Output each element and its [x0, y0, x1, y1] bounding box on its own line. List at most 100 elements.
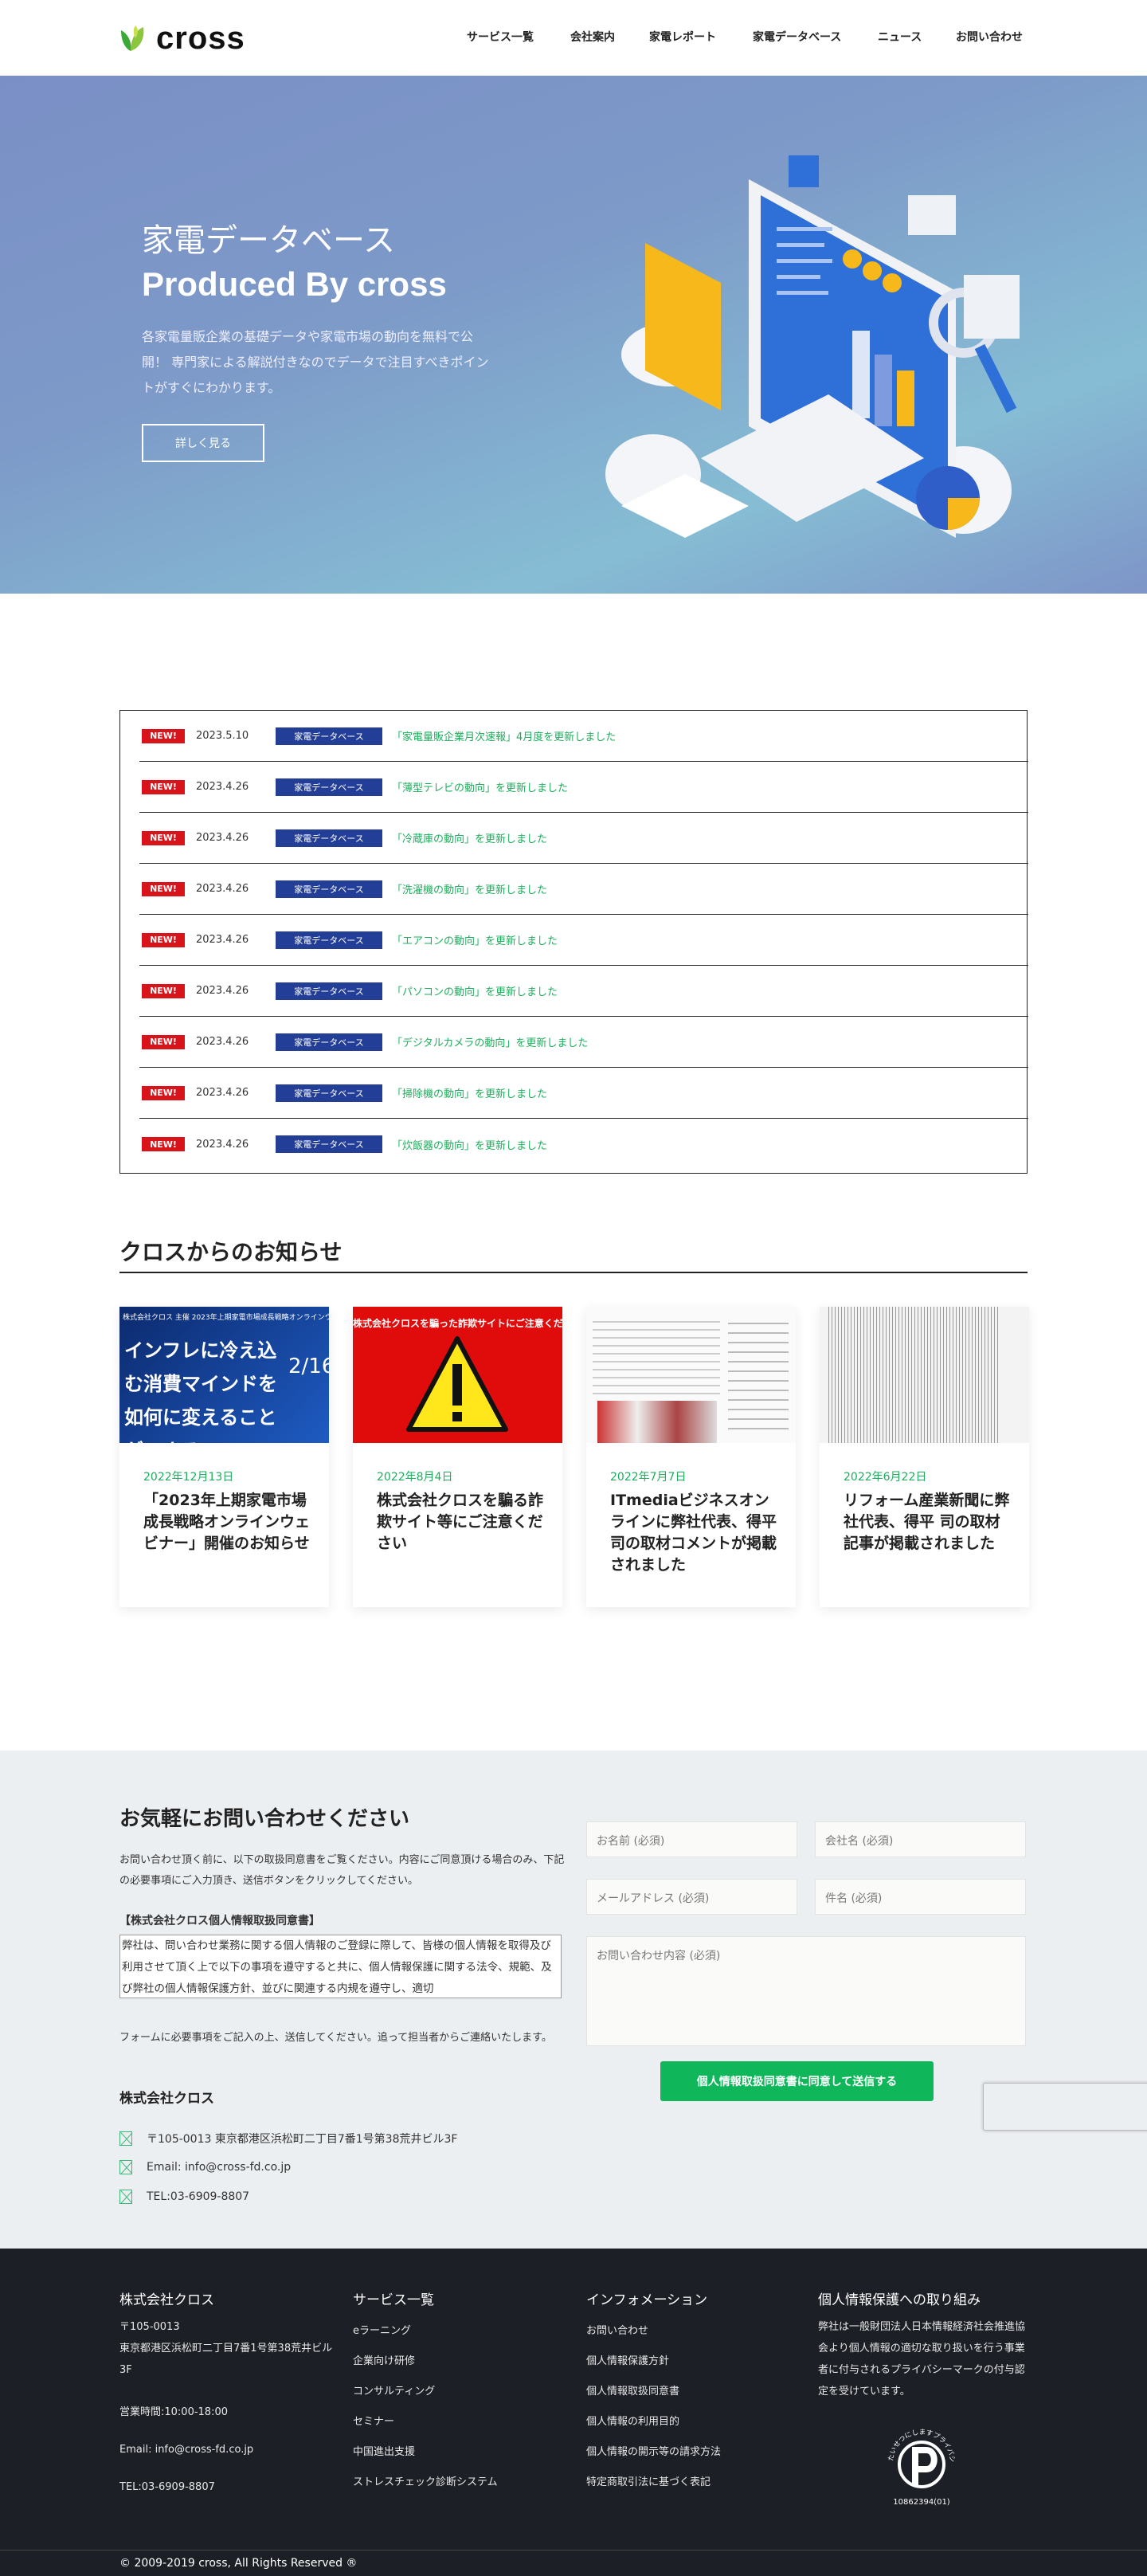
news-category-tag[interactable]: 家電データベース: [276, 1033, 382, 1051]
webinar-thumbnail: 株式会社クロス 主催 2023年上期家電市場成長戦略オンラインウェビナー インフ…: [119, 1307, 329, 1443]
name-input[interactable]: お名前 (必須): [586, 1821, 797, 1857]
footer-hours: 営業時間:10:00-18:00: [119, 2406, 228, 2418]
leaf-logo-icon: [121, 25, 144, 51]
news-category-tag[interactable]: 家電データベース: [276, 880, 382, 898]
card-title[interactable]: ITmediaビジネスオンラインに弊社代表、得平 司の取材コメントが掲載されまし…: [610, 1490, 777, 1576]
news-category-tag[interactable]: 家電データベース: [276, 982, 382, 1000]
footer-privacy-text: 弊社は一般財団法人日本情報経済社会推進協会より個人情報の適切な取り扱いを行う事業…: [818, 2321, 1026, 2398]
details-button[interactable]: 詳しく見る: [142, 424, 264, 462]
footer-company: 株式会社クロス 〒105-0013 東京都港区浜松町二丁目7番1号第38荒井ビル…: [119, 2288, 335, 2498]
news-date: 2023.4.26: [196, 934, 249, 946]
news-date: 2023.4.26: [196, 781, 249, 793]
news-link[interactable]: 「デジタルカメラの動向」を更新しました: [392, 1034, 588, 1049]
footer-link[interactable]: セミナー: [353, 2407, 568, 2437]
news-date: 2023.4.26: [196, 1036, 249, 1048]
news-link[interactable]: 「掃除機の動向」を更新しました: [392, 1085, 547, 1100]
isometric-data-illustration: [605, 155, 1020, 538]
card-title[interactable]: リフォーム産業新聞に弊社代表、得平 司の取材記事が掲載されました: [844, 1490, 1011, 1555]
consent-textbox[interactable]: 弊社は、問い合わせ業務に関する個人情報のご登録に際して、皆様の個人情報を取得及び…: [119, 1935, 562, 1998]
address-item: 〒105-0013 東京都港区浜松町二丁目7番1号第38荒井ビル3F: [119, 2131, 457, 2147]
footer-link[interactable]: 企業向け研修: [353, 2347, 568, 2377]
nav-company[interactable]: 会社案内: [570, 29, 615, 45]
new-badge: NEW!: [142, 1085, 185, 1100]
footer-heading: インフォメーション: [586, 2292, 708, 2308]
news-category-tag[interactable]: 家電データベース: [276, 931, 382, 949]
subject-input[interactable]: 件名 (必須): [815, 1879, 1026, 1915]
news-link[interactable]: 「炊飯器の動向」を更新しました: [392, 1137, 547, 1152]
tel-text: TEL:03-6909-8807: [147, 2190, 250, 2203]
news-row: NEW! 2023.4.26 家電データベース 「エアコンの動向」を更新しました: [139, 915, 1028, 966]
company-input[interactable]: 会社名 (必須): [815, 1821, 1026, 1857]
news-link[interactable]: 「冷蔵庫の動向」を更新しました: [392, 830, 547, 845]
contact-title: お気軽にお問い合わせください: [119, 1807, 410, 1831]
footer-email: Email: info@cross-fd.co.jp: [119, 2444, 254, 2456]
consent-title: 【株式会社クロス個人情報取扱同意書】: [119, 1915, 320, 1927]
news-link[interactable]: 「洗濯機の動向」を更新しました: [392, 881, 547, 896]
privacy-mark-logo[interactable]: たいせつにしますプライバシー 10862394(01): [879, 2408, 961, 2509]
card-title[interactable]: 「2023年上期家電市場成長戦略オンラインウェビナー」開催のお知らせ: [143, 1490, 311, 1555]
message-textarea[interactable]: お問い合わせ内容 (必須): [586, 1936, 1026, 2046]
new-badge: NEW!: [142, 830, 185, 845]
card-title[interactable]: 株式会社クロスを騙る詐欺サイト等にご注意ください: [377, 1490, 544, 1555]
thumbnail-caption: 株式会社クロス 主催 2023年上期家電市場成長戦略オンラインウェビナー: [123, 1314, 329, 1322]
new-badge: NEW!: [142, 728, 185, 743]
nav-news[interactable]: ニュース: [878, 29, 922, 45]
news-link[interactable]: 「パソコンの動向」を更新しました: [392, 983, 558, 998]
submit-button[interactable]: 個人情報取扱同意書に同意して送信する: [660, 2061, 934, 2101]
tel-item: TEL:03-6909-8807: [119, 2190, 249, 2204]
news-date: 2023.4.26: [196, 1138, 249, 1151]
news-link[interactable]: 「薄型テレビの動向」を更新しました: [392, 779, 568, 794]
company-name: 株式会社クロス: [119, 2091, 214, 2107]
copyright: © 2009-2019 cross, All Rights Reserved ®: [119, 2557, 358, 2570]
footer-link[interactable]: ストレスチェック診断システム: [353, 2468, 568, 2498]
footer-heading: 株式会社クロス: [119, 2292, 214, 2308]
logo[interactable]: cross: [119, 22, 245, 54]
footer-tel: TEL:03-6909-8807: [119, 2481, 215, 2493]
footer-link[interactable]: 個人情報の利用目的: [586, 2407, 801, 2437]
news-date: 2023.4.26: [196, 832, 249, 844]
address-text: 〒105-0013 東京都港区浜松町二丁目7番1号第38荒井ビル3F: [147, 2133, 458, 2146]
footer-privacy: 個人情報保護への取り組み 弊社は一般財団法人日本情報経済社会推進協会より個人情報…: [818, 2288, 1025, 2512]
footer-link[interactable]: コンサルティング: [353, 2377, 568, 2407]
footer-zip: 〒105-0013: [119, 2321, 180, 2333]
news-category-tag[interactable]: 家電データベース: [276, 778, 382, 796]
footer-link[interactable]: 個人情報保護方針: [586, 2347, 801, 2377]
news-link[interactable]: 「家電量販企業月次速報」4月度を更新しました: [392, 728, 616, 743]
footer-link[interactable]: お問い合わせ: [586, 2316, 801, 2347]
footer-link[interactable]: 個人情報の開示等の請求方法: [586, 2437, 801, 2468]
news-category-tag[interactable]: 家電データベース: [276, 1135, 382, 1153]
section-divider: [119, 1272, 1028, 1273]
notice-card[interactable]: 株式会社クロスを騙った詐欺サイトにご注意ください 2022年8月4日 株式会社ク…: [353, 1307, 562, 1607]
privacy-mark-text: たいせつにしますプライバシー: [879, 2408, 956, 2463]
nav-report[interactable]: 家電レポート: [649, 29, 716, 45]
footer-heading: サービス一覧: [353, 2292, 434, 2308]
privacy-mark-number: 10862394(01): [893, 2498, 950, 2507]
footer-link[interactable]: eラーニング: [353, 2316, 568, 2347]
notice-card[interactable]: 2022年7月7日 ITmediaビジネスオンラインに弊社代表、得平 司の取材コ…: [586, 1307, 796, 1607]
news-category-tag[interactable]: 家電データベース: [276, 1084, 382, 1102]
notice-card[interactable]: 株式会社クロス 主催 2023年上期家電市場成長戦略オンラインウェビナー インフ…: [119, 1307, 329, 1607]
email-input[interactable]: メールアドレス (必須): [586, 1879, 797, 1915]
news-link[interactable]: 「エアコンの動向」を更新しました: [392, 932, 558, 947]
news-category-tag[interactable]: 家電データベース: [276, 727, 382, 745]
news-category-tag[interactable]: 家電データベース: [276, 829, 382, 847]
news-row: NEW! 2023.4.26 家電データベース 「デジタルカメラの動向」を更新しました: [139, 1017, 1028, 1068]
nav-database[interactable]: 家電データベース: [753, 29, 841, 45]
nav-services[interactable]: サービス一覧: [467, 29, 534, 45]
nav-contact[interactable]: お問い合わせ: [956, 29, 1023, 45]
news-row: NEW! 2023.4.26 家電データベース 「薄型テレビの動向」を更新しました: [139, 762, 1028, 813]
recaptcha-badge[interactable]: [983, 2083, 1147, 2131]
new-badge: NEW!: [142, 983, 185, 998]
privacy-mark-arc-text: たいせつにしますプライバシー: [882, 2413, 956, 2463]
footer-link[interactable]: 特定商取引法に基づく表記: [586, 2468, 801, 2498]
news-row: NEW! 2023.5.10 家電データベース 「家電量販企業月次速報」4月度を更新し…: [139, 711, 1028, 762]
broken-image-icon: [119, 2131, 132, 2146]
hero-subtitle: Produced By cross: [142, 265, 447, 303]
notice-card[interactable]: 2022年6月22日 リフォーム産業新聞に弊社代表、得平 司の取材記事が掲載され…: [820, 1307, 1029, 1607]
footer-information: インフォメーション お問い合わせ 個人情報保護方針 個人情報取扱同意書 個人情報…: [586, 2288, 801, 2498]
footer-link[interactable]: 個人情報取扱同意書: [586, 2377, 801, 2407]
footer-link[interactable]: 中国進出支援: [353, 2437, 568, 2468]
contact-note: フォームに必要事項をご記入の上、送信してください。追って担当者からご連絡いたしま…: [119, 2032, 552, 2044]
new-badge: NEW!: [142, 881, 185, 896]
footer-heading: 個人情報保護への取り組み: [818, 2292, 981, 2308]
